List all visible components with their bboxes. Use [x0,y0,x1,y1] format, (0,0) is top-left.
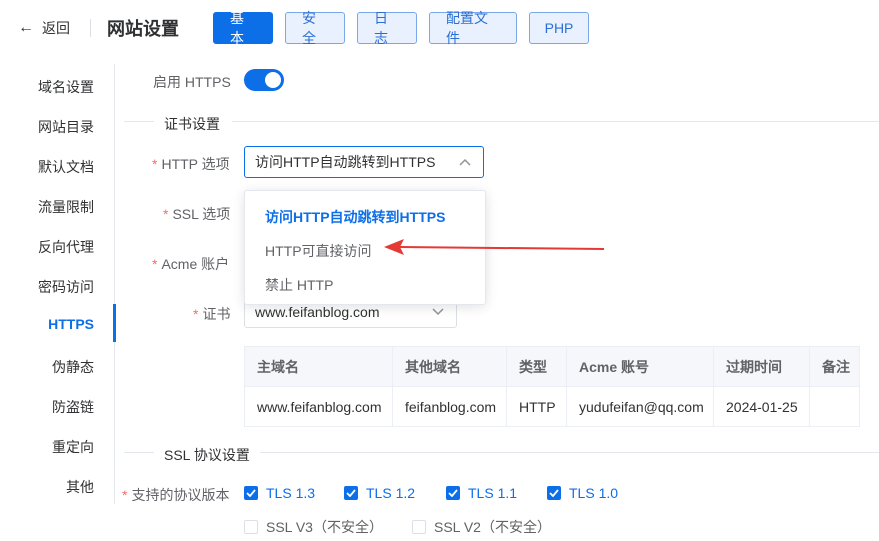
sidebar-item-domain[interactable]: 域名设置 [38,77,94,97]
td-type: HTTP [507,387,567,427]
th-acme-account: Acme 账号 [567,347,714,386]
th-remark: 备注 [822,358,850,375]
checkbox-box [446,486,460,500]
checkbox-tls12[interactable]: TLS 1.2 [344,485,415,501]
sidebar-item-redirect[interactable]: 重定向 [52,437,94,457]
dropdown-option-http-direct[interactable]: HTTP可直接访问 [265,241,372,261]
td-expire-time: 2024-01-25 [714,387,810,427]
ssl-option-label: * SSL 选项 [163,206,231,222]
checkbox-box [547,486,561,500]
sidebar-item-default-doc[interactable]: 默认文档 [38,157,94,177]
table-row[interactable]: www.feifanblog.com feifanblog.com HTTP y… [245,387,859,427]
annotation-arrow [384,239,605,255]
required-mark: * [152,256,158,272]
cert-table: 主域名 其他域名 类型 Acme 账号 过期时间 备注 www.feifanbl… [244,346,860,427]
table-header: 主域名 其他域名 类型 Acme 账号 过期时间 备注 [245,347,859,387]
sidebar-item-reverse-proxy[interactable]: 反向代理 [38,237,94,257]
cert-value: www.feifanblog.com [255,304,380,320]
tab-security[interactable]: 安全 [285,10,345,46]
checkbox-label: TLS 1.1 [468,485,518,501]
sidebar-item-other[interactable]: 其他 [66,477,94,497]
required-mark: * [163,206,169,222]
divider-right [260,452,879,453]
td-main-domain: www.feifanblog.com [245,387,393,427]
divider-left [124,121,154,122]
chevron-up-icon [459,155,471,169]
checkbox-sslv3[interactable]: SSL V3（不安全） [244,517,383,537]
cert-section-title: 证书设置 [164,116,220,132]
th-other-domain: 其他域名 [393,347,507,386]
required-mark: * [122,487,128,503]
checkbox-label: TLS 1.3 [266,485,316,501]
tab-logs[interactable]: 日志 [357,10,417,46]
back-button[interactable]: ← 返回 [18,18,70,38]
divider-left [124,452,154,453]
sidebar: 域名设置 网站目录 默认文档 流量限制 反向代理 密码访问 HTTPS 伪静态 … [0,64,116,504]
sidebar-item-site-dir[interactable]: 网站目录 [38,117,94,137]
tab-config-file[interactable]: 配置文件 [429,10,517,46]
http-option-select[interactable]: 访问HTTP自动跳转到HTTPS [244,146,484,178]
acme-label: * Acme 账户 [152,256,230,272]
td-other-domain: feifanblog.com [393,387,507,427]
checkbox-sslv2[interactable]: SSL V2（不安全） [412,517,551,537]
checkbox-box [244,520,258,534]
th-expire-time: 过期时间 [714,347,810,386]
checkbox-label: SSL V2（不安全） [434,519,551,535]
enable-https-toggle[interactable] [244,69,284,91]
tab-basic[interactable]: 基本 [213,10,273,46]
sidebar-item-hotlink[interactable]: 防盗链 [52,397,94,417]
td-acme-account: yudufeifan@qq.com [567,387,714,427]
checkbox-tls11[interactable]: TLS 1.1 [446,485,517,501]
required-mark: * [152,156,158,172]
protocol-label: * 支持的协议版本 [122,487,230,503]
chevron-down-icon [432,305,444,319]
checkbox-tls13[interactable]: TLS 1.3 [244,485,315,501]
http-option-value: 访问HTTP自动跳转到HTTPS [255,154,436,170]
dropdown-option-disable-http[interactable]: 禁止 HTTP [265,275,333,295]
ssl-protocol-section-title: SSL 协议设置 [164,447,250,463]
dropdown-option-redirect-https[interactable]: 访问HTTP自动跳转到HTTPS [265,207,445,227]
sidebar-item-rewrite[interactable]: 伪静态 [52,357,94,377]
sidebar-item-traffic-limit[interactable]: 流量限制 [38,197,94,217]
cert-label: * 证书 [193,306,231,322]
checkbox-label: TLS 1.2 [366,485,416,501]
checkbox-box [344,486,358,500]
tab-bar: 基本 安全 日志 配置文件 PHP [213,10,589,46]
page-title: 网站设置 [107,19,179,39]
header-divider [90,19,91,37]
sidebar-item-https[interactable]: HTTPS [48,316,94,332]
enable-https-label: 启用 HTTPS [153,74,231,90]
back-label: 返回 [42,20,70,36]
checkbox-box [244,486,258,500]
toggle-knob [265,72,281,88]
th-main-domain: 主域名 [245,347,393,386]
checkbox-label: TLS 1.0 [569,485,619,501]
arrow-left-icon: ← [18,19,34,36]
divider-right [232,121,879,122]
required-mark: * [193,306,199,322]
http-option-label: * HTTP 选项 [152,156,230,172]
td-remark [810,387,861,427]
tab-php[interactable]: PHP [529,12,589,44]
th-type: 类型 [507,347,567,386]
checkbox-box [412,520,426,534]
checkbox-label: SSL V3（不安全） [266,519,383,535]
checkbox-tls10[interactable]: TLS 1.0 [547,485,618,501]
sidebar-active-indicator [113,304,116,342]
sidebar-item-password-access[interactable]: 密码访问 [38,277,94,297]
